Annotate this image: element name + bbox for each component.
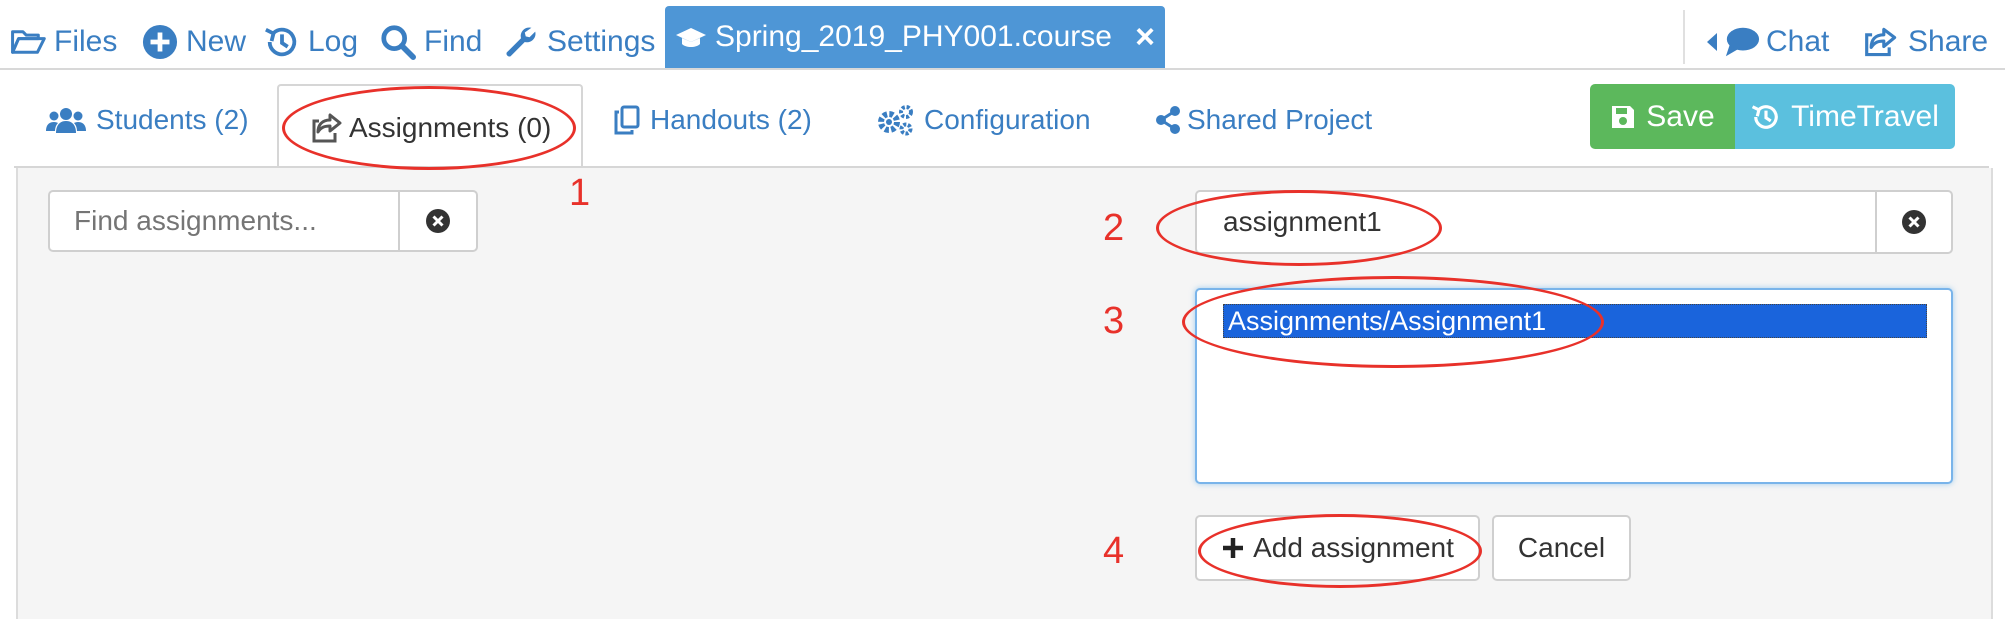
path-option-selected[interactable]: Assignments/Assignment1 [1223, 304, 1927, 338]
timetravel-button[interactable]: TimeTravel [1735, 84, 1955, 149]
name-clear-button[interactable] [1875, 190, 1953, 254]
share-alt-icon [1155, 105, 1181, 135]
chat-button[interactable]: Chat [1706, 20, 1829, 64]
find-clear-button[interactable] [398, 190, 478, 252]
assignment-path-list[interactable]: Assignments/Assignment1 [1195, 288, 1953, 484]
tab-shared-project[interactable]: Shared Project [1155, 96, 1372, 144]
clear-circle-icon [425, 208, 451, 234]
tab-shared-project-label: Shared Project [1187, 104, 1373, 135]
find-button[interactable]: Find [380, 20, 482, 64]
graduation-cap-icon [675, 26, 707, 50]
save-icon [1610, 104, 1636, 130]
cancel-label: Cancel [1517, 532, 1606, 563]
top-toolbar: Files New Log Find Settings Spring_2019_… [0, 0, 2005, 70]
caret-left-icon [1706, 32, 1718, 52]
tab-students-label: Students (2) [96, 104, 249, 135]
settings-label: Settings [547, 25, 656, 58]
save-button[interactable]: Save [1590, 84, 1735, 149]
assignment-name-input[interactable]: assignment1 [1195, 190, 1877, 254]
toolbar-divider [1683, 10, 1685, 64]
find-assignments-input[interactable] [48, 190, 400, 252]
history-icon [1751, 102, 1781, 132]
files-button[interactable]: Files [10, 20, 117, 64]
copy-icon [614, 105, 640, 135]
tab-assignments[interactable]: Assignments (0) [277, 84, 583, 170]
annotation-number: 4 [1103, 530, 1125, 572]
plus-circle-icon [142, 24, 178, 60]
file-tab-label: Spring_2019_PHY001.course [715, 20, 1112, 53]
clear-circle-icon [1901, 209, 1927, 235]
close-icon[interactable]: × [1135, 20, 1155, 54]
timetravel-label: TimeTravel [1791, 99, 1939, 133]
new-label: New [186, 25, 247, 58]
cancel-button[interactable]: Cancel [1492, 515, 1631, 581]
log-label: Log [308, 25, 359, 58]
add-assignment-button[interactable]: Add assignment [1195, 515, 1480, 581]
save-label: Save [1646, 99, 1715, 133]
plus-icon [1221, 536, 1245, 560]
tab-handouts-label: Handouts (2) [650, 104, 812, 135]
history-icon [264, 24, 300, 60]
new-button[interactable]: New [142, 20, 246, 64]
tab-configuration-label: Configuration [924, 104, 1091, 135]
chat-label: Chat [1766, 25, 1830, 58]
share-label: Share [1908, 25, 1989, 58]
assignment-name-group: assignment1 [1195, 190, 1953, 256]
tab-handouts[interactable]: Handouts (2) [614, 96, 812, 144]
annotation-number: 2 [1103, 207, 1125, 249]
share-square-icon [311, 112, 345, 144]
find-assignments-group [48, 190, 478, 254]
annotation-number: 3 [1103, 300, 1125, 342]
cogs-icon [876, 104, 914, 136]
users-icon [46, 106, 86, 134]
share-button[interactable]: Share [1864, 20, 1988, 64]
files-label: Files [54, 25, 118, 58]
tab-students[interactable]: Students (2) [46, 96, 249, 144]
tab-assignments-label: Assignments (0) [349, 112, 552, 143]
settings-button[interactable]: Settings [503, 20, 655, 64]
tab-configuration[interactable]: Configuration [876, 96, 1091, 144]
add-assignment-label: Add assignment [1253, 532, 1454, 563]
folder-open-icon [10, 24, 46, 60]
comment-icon [1724, 24, 1760, 60]
file-tab-course[interactable]: Spring_2019_PHY001.course × [665, 6, 1165, 68]
annotation-number: 1 [569, 172, 591, 214]
share-icon [1864, 24, 1900, 60]
wrench-icon [503, 24, 539, 60]
search-icon [380, 24, 416, 60]
find-label: Find [424, 25, 483, 58]
log-button[interactable]: Log [264, 20, 358, 64]
